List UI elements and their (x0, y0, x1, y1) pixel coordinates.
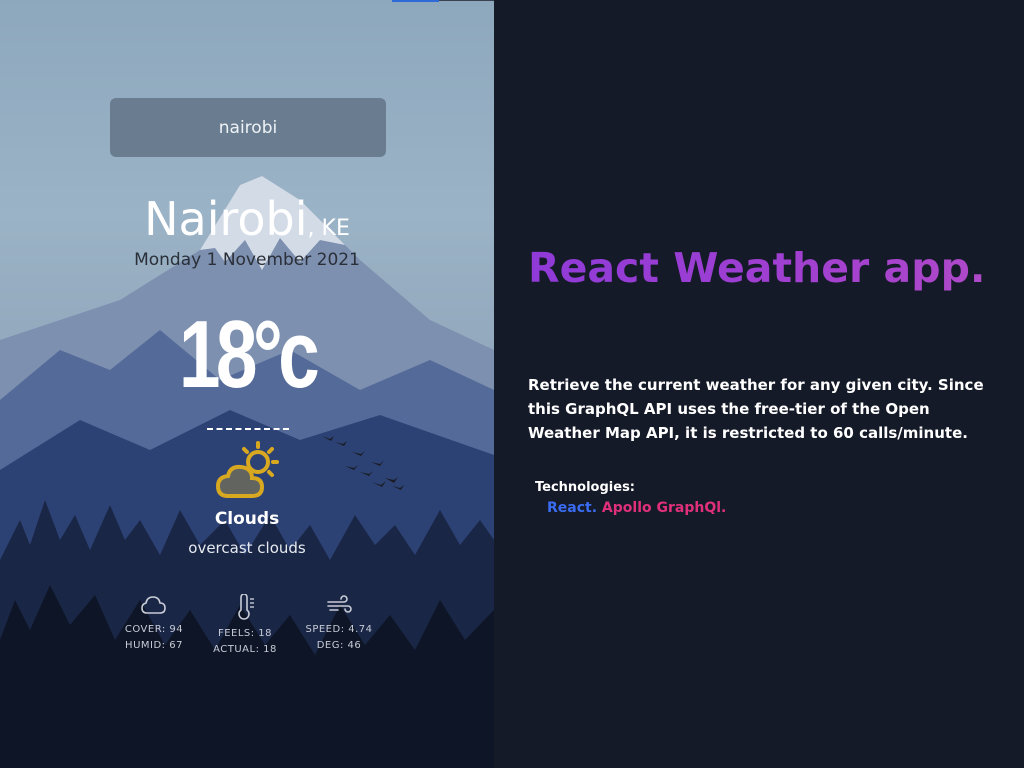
technologies-list: React. Apollo GraphQl. (547, 500, 726, 516)
actual-value: ACTUAL: 18 (213, 644, 277, 655)
thermometer-icon (238, 594, 254, 620)
city-name: Nairobi (144, 192, 308, 246)
city-search-input[interactable] (110, 98, 386, 157)
temperature-stat: FEELS: 18 ACTUAL: 18 (195, 594, 295, 658)
humid-value: HUMID: 67 (125, 640, 183, 651)
current-date: Monday 1 November 2021 (134, 250, 360, 270)
temperature-value: 18°c (178, 301, 320, 408)
cover-value: COVER: 94 (124, 624, 184, 635)
feels-value: FEELS: 18 (217, 628, 273, 639)
app-description: Retrieve the current weather for any giv… (528, 376, 984, 442)
cloud-icon (141, 596, 166, 614)
technologies-label: Technologies: (535, 480, 636, 495)
speed-value: SPEED: 4.74 (305, 624, 373, 635)
app-headline: React Weather app. (528, 244, 998, 292)
tech-apollo: Apollo GraphQl. (601, 500, 727, 516)
country-code: , KE (307, 216, 350, 241)
wind-icon (327, 595, 352, 613)
deg-value: DEG: 46 (316, 640, 362, 651)
tech-react: React. (547, 500, 598, 516)
weather-description: overcast clouds (188, 539, 306, 557)
info-panel: React Weather app. Retrieve the current … (494, 0, 1024, 768)
weather-condition: Clouds (214, 509, 280, 529)
wind-stat: SPEED: 4.74 DEG: 46 (289, 594, 389, 654)
partly-cloudy-icon (215, 441, 279, 498)
divider (207, 428, 289, 430)
cloud-stat: COVER: 94 HUMID: 67 (104, 594, 204, 654)
location-heading: Nairobi, KE (0, 192, 494, 246)
top-progress-indicator (392, 0, 439, 2)
weather-panel: Nairobi, KE Monday 1 November 2021 18°c … (0, 0, 494, 768)
